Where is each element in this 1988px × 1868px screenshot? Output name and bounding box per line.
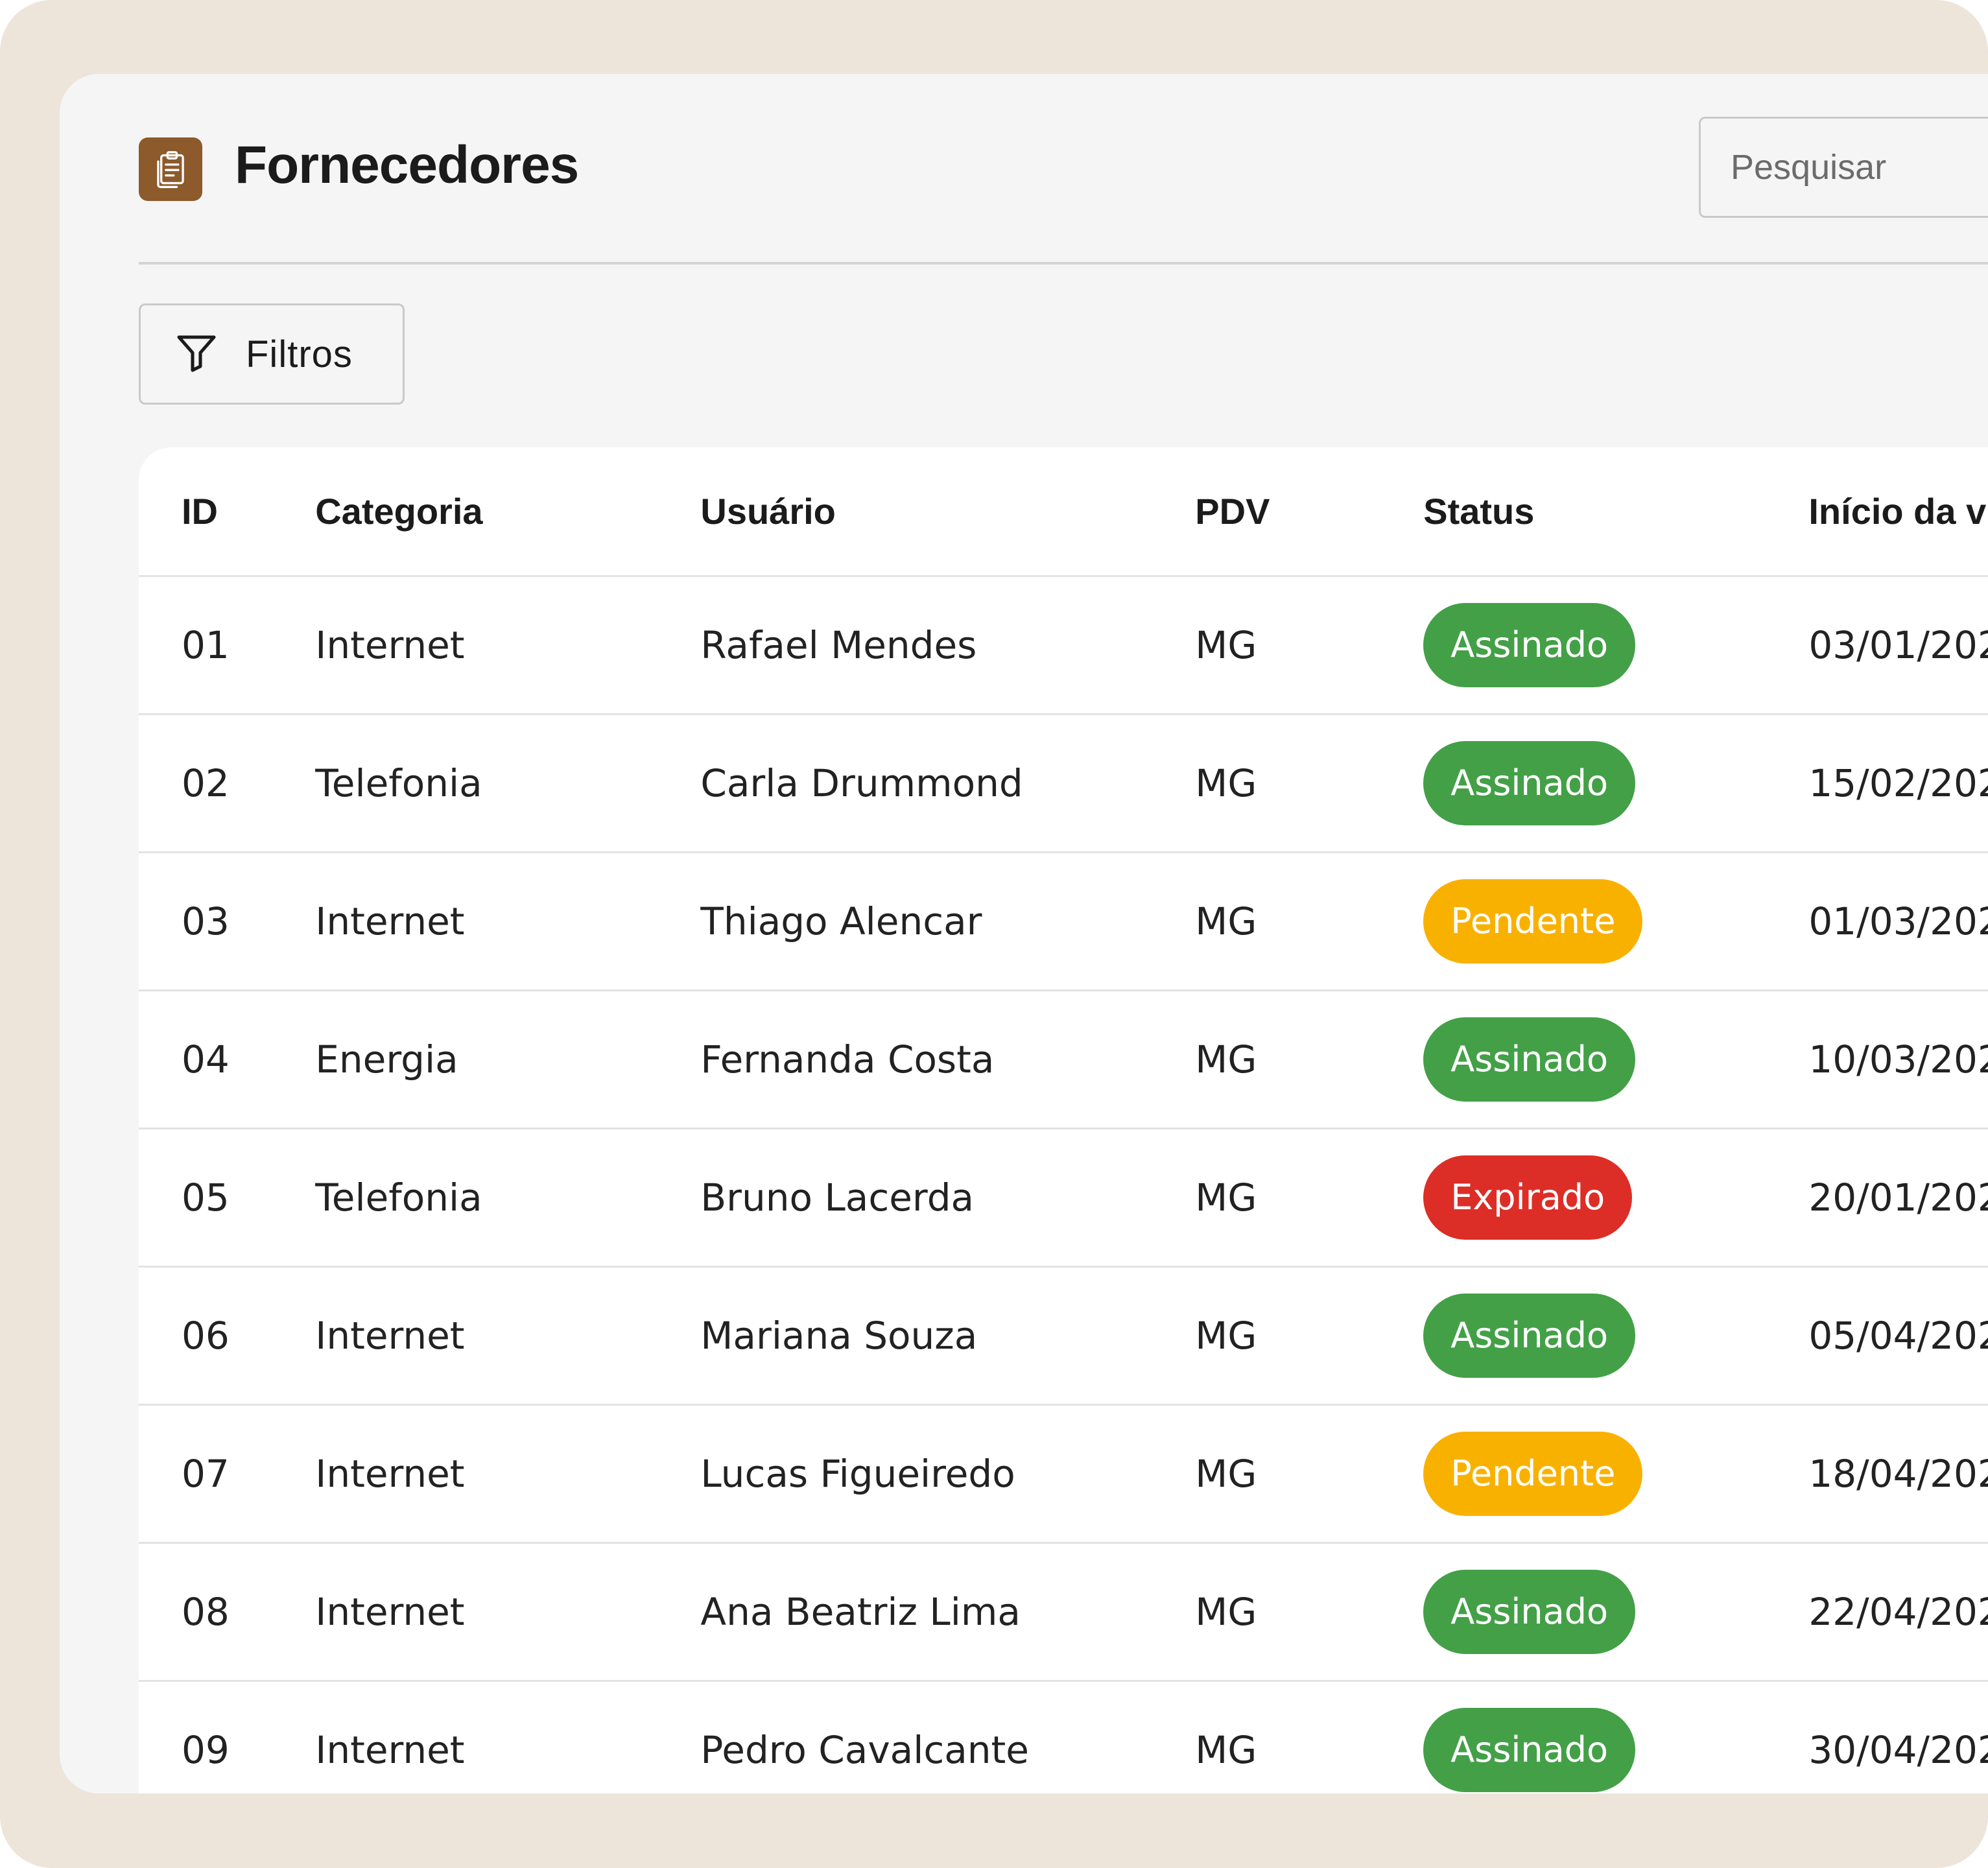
cell-pdv: MG <box>1195 1451 1257 1496</box>
status-badge: Expirado <box>1423 1155 1633 1240</box>
cell-categoria: Internet <box>315 899 465 943</box>
cell-id: 03 <box>182 899 230 943</box>
column-header-status[interactable]: Status <box>1423 447 1808 576</box>
table-row[interactable]: 07 Internet Lucas Figueiredo MG Pendente 18/0… <box>139 1404 1988 1543</box>
cell-usuario: Pedro Cavalcante <box>700 1728 1029 1773</box>
table-row[interactable]: 03 Internet Thiago Alencar MG Pendente 01/03/… <box>139 852 1988 990</box>
cell-pdv: MG <box>1195 761 1257 805</box>
status-badge: Pendente <box>1423 879 1643 964</box>
header-divider <box>139 262 1988 265</box>
cell-categoria: Internet <box>315 622 465 667</box>
cell-id: 02 <box>182 761 230 805</box>
table-row[interactable]: 04 Energia Fernanda Costa MG Assinado 10/03/2… <box>139 990 1988 1128</box>
table-row[interactable]: 05 Telefonia Bruno Lacerda MG Expirado 20/01/… <box>139 1128 1988 1266</box>
table-body: 01 Internet Rafael Mendes MG Assinado 03/01/2… <box>139 576 1988 1793</box>
cell-inicio-vigencia: 03/01/2025 <box>1808 622 1988 667</box>
cell-id: 08 <box>182 1589 230 1634</box>
cell-categoria: Internet <box>315 1589 465 1634</box>
cell-usuario: Carla Drummond <box>700 761 1023 805</box>
cell-inicio-vigencia: 15/02/2025 <box>1808 761 1988 805</box>
cell-inicio-vigencia: 30/04/2025 <box>1808 1728 1988 1773</box>
column-header-categoria[interactable]: Categoria <box>315 447 700 576</box>
cell-inicio-vigencia: 22/04/2025 <box>1808 1589 1988 1634</box>
clipboard-icon <box>139 137 202 201</box>
cell-categoria: Internet <box>315 1313 465 1358</box>
status-badge: Assinado <box>1423 1017 1636 1102</box>
cell-status: Assinado <box>1423 990 1808 1128</box>
status-badge: Assinado <box>1423 602 1636 687</box>
search-input[interactable] <box>1699 117 1988 218</box>
cell-id: 09 <box>182 1728 230 1773</box>
cell-id: 01 <box>182 622 230 667</box>
column-header-id[interactable]: ID <box>139 447 315 576</box>
cell-inicio-vigencia: 05/04/2025 <box>1808 1313 1988 1358</box>
cell-usuario: Ana Beatriz Lima <box>700 1589 1021 1634</box>
status-badge: Assinado <box>1423 1569 1636 1654</box>
cell-status: Assinado <box>1423 1543 1808 1681</box>
cell-id: 05 <box>182 1175 230 1220</box>
cell-inicio-vigencia: 20/01/2024 <box>1808 1175 1988 1220</box>
status-badge: Assinado <box>1423 1293 1636 1378</box>
cell-status: Pendente <box>1423 852 1808 990</box>
cell-inicio-vigencia: 01/03/2025 <box>1808 899 1988 943</box>
main-panel: Fornecedores Filtros ID Categoria Usuári… <box>60 74 1988 1793</box>
cell-status: Expirado <box>1423 1128 1808 1266</box>
page-header: Fornecedores <box>60 74 1988 262</box>
table-row[interactable]: 02 Telefonia Carla Drummond MG Assinado 15/02… <box>139 714 1988 852</box>
column-header-inicio-vigencia[interactable]: Início da vigên <box>1808 447 1988 576</box>
cell-pdv: MG <box>1195 1313 1257 1358</box>
cell-id: 07 <box>182 1451 230 1496</box>
column-header-usuario[interactable]: Usuário <box>700 447 1195 576</box>
table-header-row: ID Categoria Usuário PDV Status Início d… <box>139 447 1988 576</box>
app-background: Fornecedores Filtros ID Categoria Usuári… <box>0 0 1988 1868</box>
cell-categoria: Telefonia <box>315 1175 482 1220</box>
cell-pdv: MG <box>1195 622 1257 667</box>
filters-label: Filtros <box>246 333 353 375</box>
cell-inicio-vigencia: 10/03/2025 <box>1808 1037 1988 1082</box>
suppliers-table-container: ID Categoria Usuário PDV Status Início d… <box>139 447 1988 1793</box>
column-header-pdv[interactable]: PDV <box>1195 447 1423 576</box>
cell-pdv: MG <box>1195 899 1257 943</box>
cell-pdv: MG <box>1195 1728 1257 1773</box>
cell-usuario: Lucas Figueiredo <box>700 1451 1015 1496</box>
cell-id: 06 <box>182 1313 230 1358</box>
cell-usuario: Bruno Lacerda <box>700 1175 975 1220</box>
cell-categoria: Energia <box>315 1037 458 1082</box>
cell-status: Assinado <box>1423 1681 1808 1793</box>
status-badge: Pendente <box>1423 1431 1643 1516</box>
cell-categoria: Internet <box>315 1451 465 1496</box>
table-row[interactable]: 09 Internet Pedro Cavalcante MG Assinado 30/0… <box>139 1681 1988 1793</box>
cell-categoria: Telefonia <box>315 761 482 805</box>
cell-pdv: MG <box>1195 1589 1257 1634</box>
status-badge: Assinado <box>1423 1708 1636 1793</box>
cell-usuario: Thiago Alencar <box>700 899 982 943</box>
table-row[interactable]: 01 Internet Rafael Mendes MG Assinado 03/01/2… <box>139 576 1988 714</box>
cell-id: 04 <box>182 1037 230 1082</box>
page-title: Fornecedores <box>235 136 579 195</box>
table-row[interactable]: 08 Internet Ana Beatriz Lima MG Assinado 22/0… <box>139 1543 1988 1681</box>
filter-funnel-icon <box>173 329 220 379</box>
suppliers-table: ID Categoria Usuário PDV Status Início d… <box>139 447 1988 1793</box>
cell-status: Assinado <box>1423 1266 1808 1404</box>
cell-usuario: Rafael Mendes <box>700 622 977 667</box>
cell-usuario: Fernanda Costa <box>700 1037 995 1082</box>
cell-pdv: MG <box>1195 1037 1257 1082</box>
cell-status: Assinado <box>1423 576 1808 714</box>
cell-categoria: Internet <box>315 1728 465 1773</box>
cell-pdv: MG <box>1195 1175 1257 1220</box>
status-badge: Assinado <box>1423 740 1636 825</box>
table-row[interactable]: 06 Internet Mariana Souza MG Assinado 05/04/2… <box>139 1266 1988 1404</box>
filters-button[interactable]: Filtros <box>139 303 405 405</box>
cell-status: Pendente <box>1423 1404 1808 1543</box>
cell-usuario: Mariana Souza <box>700 1313 978 1358</box>
cell-status: Assinado <box>1423 714 1808 852</box>
cell-inicio-vigencia: 18/04/2025 <box>1808 1451 1988 1496</box>
